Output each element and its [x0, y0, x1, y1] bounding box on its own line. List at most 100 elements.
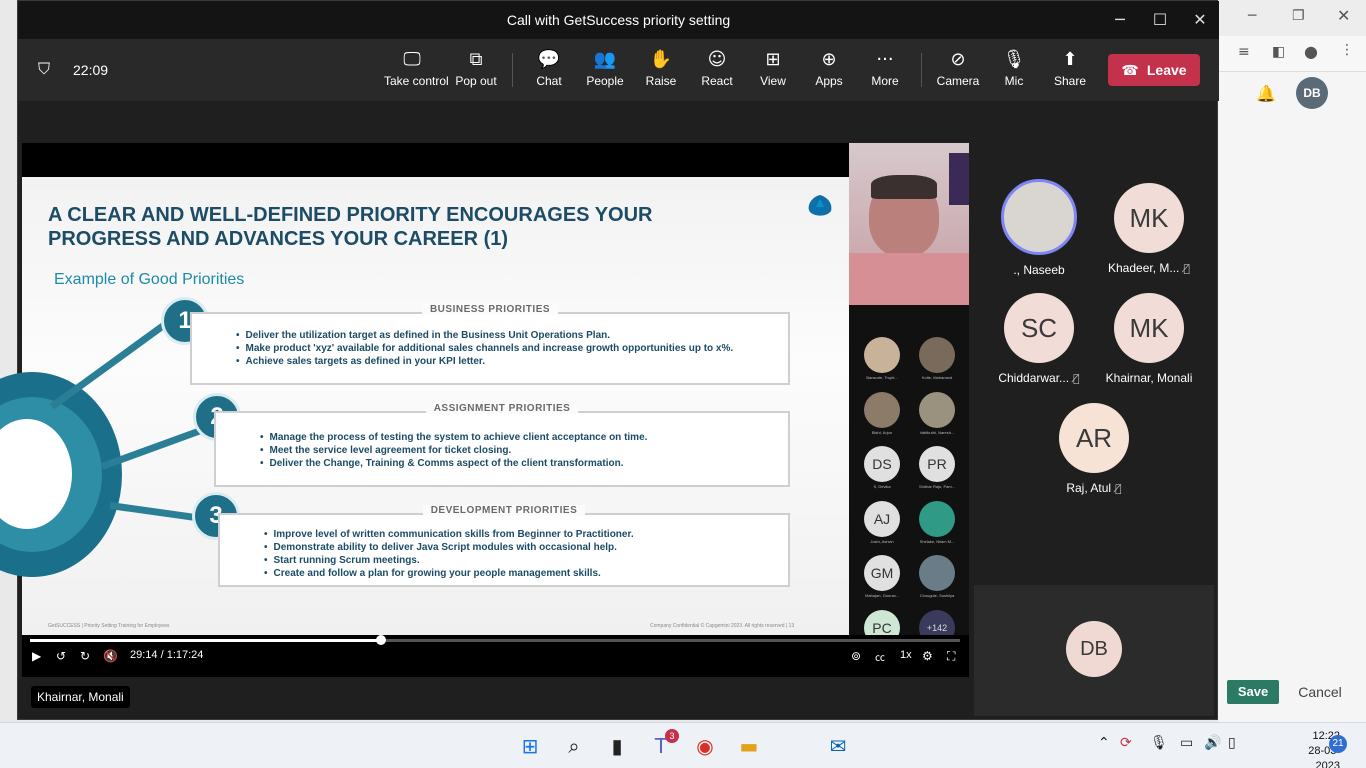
notification-badge[interactable]: 21: [1329, 735, 1347, 753]
play-icon[interactable]: ▶: [32, 649, 41, 663]
chat-button[interactable]: 💬 Chat: [521, 47, 577, 97]
participant-tile[interactable]: ., Naseeb: [984, 179, 1094, 277]
presenter-video[interactable]: [849, 143, 969, 305]
sync-icon[interactable]: ⟳: [1120, 735, 1132, 751]
gallery-thumbnail[interactable]: AJ Joshi, Ashvin: [863, 500, 901, 544]
speaker-name-tag: Khairnar, Monali: [31, 686, 130, 708]
mic-off-icon: 🎙̸: [1115, 482, 1122, 495]
participant-name: Khadeer, M...: [1108, 261, 1180, 275]
company-logo: [808, 195, 832, 216]
chrome-icon[interactable]: ◉: [690, 731, 720, 761]
gallery-thumbnail[interactable]: Shelake, Nilam M...: [918, 500, 956, 544]
gallery-thumbnail[interactable]: DS S, Devika: [863, 446, 901, 489]
participant-name: Chiddarwar...: [998, 371, 1070, 385]
attendee-name: Bansode, Trupti...: [866, 375, 898, 380]
raise-hand-button[interactable]: ✋ Raise: [633, 47, 689, 97]
save-button[interactable]: Save: [1227, 680, 1279, 704]
call-timer: 22:09: [73, 62, 109, 78]
avatar[interactable]: DB: [1296, 77, 1328, 109]
react-button[interactable]: ☺ React: [689, 47, 745, 97]
camera-button[interactable]: ⊘ Camera: [930, 47, 986, 97]
bell-icon[interactable]: 🔔: [1256, 84, 1276, 103]
participant-tile[interactable]: MK Khairnar, Monali: [1094, 293, 1204, 385]
rewind-icon[interactable]: ↺: [56, 649, 66, 663]
title-bar: Call with GetSuccess priority setting ─ …: [18, 1, 1219, 39]
section-heading: BUSINESS PRIORITIES: [421, 304, 559, 315]
playlist-icon[interactable]: ≡: [1238, 44, 1250, 60]
task-view-icon[interactable]: ▮: [602, 731, 632, 761]
apps-button[interactable]: ⊕ Apps: [801, 47, 857, 97]
settings-icon[interactable]: ⚙: [922, 649, 933, 663]
progress-bar[interactable]: [30, 635, 960, 645]
attendee-name: Vattikuthi, Naresh...: [919, 429, 955, 435]
attendee-avatar: [919, 555, 955, 591]
maximize-icon[interactable]: ☐: [1140, 1, 1180, 39]
participant-tile[interactable]: SC Chiddarwar... 🎙̸: [984, 293, 1094, 385]
gallery-thumbnail[interactable]: Bisht, Arjun: [863, 391, 901, 435]
attendee-avatar: [919, 500, 955, 537]
battery-icon[interactable]: ▯: [1228, 735, 1236, 751]
people-button[interactable]: 👥 People: [577, 47, 633, 97]
gallery-thumbnail[interactable]: Vattikuthi, Naresh...: [918, 391, 956, 435]
react-icon: ☺: [707, 49, 727, 70]
participant-avatar: SC: [1004, 293, 1074, 363]
search-icon[interactable]: ⌕: [559, 731, 589, 761]
attendee-avatar: PR: [919, 446, 955, 482]
chevron-up-icon[interactable]: ⌃: [1098, 735, 1110, 751]
shared-screen[interactable]: A CLEAR AND WELL-DEFINED PRIORITY ENCOUR…: [0, 143, 969, 677]
share-button[interactable]: ⬆ Share: [1042, 47, 1098, 97]
display-icon[interactable]: ▭: [1180, 735, 1193, 751]
list-item: Meet the service level agreement for tic…: [260, 444, 647, 457]
attendee-avatar: [919, 391, 955, 428]
share-icon: ⬆: [1062, 49, 1078, 70]
captions-icon[interactable]: ㏄: [875, 649, 885, 664]
presenter-body: [849, 253, 969, 305]
attendee-name: Chougule, Sushilya: [919, 593, 955, 598]
video-time: 29:14 / 1:17:24: [130, 649, 204, 661]
participant-photo: [1001, 179, 1077, 255]
gallery-thumbnail[interactable]: GM Mahajan, Gourav...: [863, 555, 901, 598]
windows-start-icon[interactable]: ⊞: [515, 731, 545, 761]
more-button[interactable]: ··· More: [857, 47, 913, 97]
list-item: Start running Scrum meetings.: [264, 554, 634, 567]
gallery-thumbnail[interactable]: PR Sridhar Raju, Pam...: [918, 446, 956, 489]
minimize-icon[interactable]: ─: [1248, 8, 1256, 24]
gallery-thumbnail[interactable]: Kolte, Mahanand: [918, 337, 956, 380]
mute-icon[interactable]: 🔇: [103, 649, 118, 663]
slide-title: A CLEAR AND WELL-DEFINED PRIORITY ENCOUR…: [48, 204, 653, 250]
mic-off-icon[interactable]: 🎙: [1150, 735, 1168, 751]
participant-tile[interactable]: AR Raj, Atul 🎙̸: [1039, 403, 1149, 495]
participant-name: Raj, Atul: [1066, 481, 1112, 495]
fullscreen-icon[interactable]: ⛶: [947, 649, 955, 664]
mic-button[interactable]: 🎙 Mic: [986, 47, 1042, 97]
profile-icon[interactable]: ●: [1304, 42, 1318, 61]
progress-handle[interactable]: [375, 635, 386, 645]
close-icon[interactable]: ✕: [1337, 6, 1350, 25]
playback-speed[interactable]: 1x: [900, 649, 912, 661]
outlook-icon[interactable]: ✉: [823, 731, 853, 761]
audio-track-icon[interactable]: ⊚: [851, 649, 861, 663]
close-icon[interactable]: ✕: [1180, 1, 1220, 39]
volume-icon[interactable]: 🔊: [1204, 735, 1221, 751]
participant-name: Khairnar, Monali: [1105, 371, 1193, 385]
cancel-button[interactable]: Cancel: [1290, 680, 1350, 704]
pop-out-button[interactable]: ⧉ Pop out: [448, 47, 504, 97]
attendee-name: Bisht, Arjun: [871, 429, 893, 435]
forward-icon[interactable]: ↻: [80, 649, 90, 663]
gallery-thumbnail[interactable]: Chougule, Sushilya: [918, 555, 956, 598]
view-button[interactable]: ⊞ View: [745, 47, 801, 97]
participant-tile[interactable]: MK Khadeer, M... 🎙̸: [1094, 183, 1204, 275]
divider: [921, 53, 922, 87]
mic-off-icon: 🎙̸: [1183, 262, 1190, 275]
take-control-button[interactable]: 🖵 Take control: [384, 47, 449, 97]
sidebar-icon[interactable]: ◧: [1272, 44, 1285, 60]
gallery-thumbnail[interactable]: Bansode, Trupti...: [863, 337, 901, 380]
self-view[interactable]: DB: [974, 585, 1214, 716]
attendee-name: S, Devika: [873, 484, 891, 489]
restore-icon[interactable]: ❐: [1292, 8, 1305, 24]
file-explorer-icon[interactable]: ▬: [734, 731, 764, 761]
apps-icon: ⊕: [821, 49, 837, 70]
minimize-icon[interactable]: ─: [1100, 1, 1140, 39]
menu-dots-icon[interactable]: ⋮: [1340, 42, 1354, 58]
leave-button[interactable]: ☎ Leave: [1108, 54, 1200, 86]
